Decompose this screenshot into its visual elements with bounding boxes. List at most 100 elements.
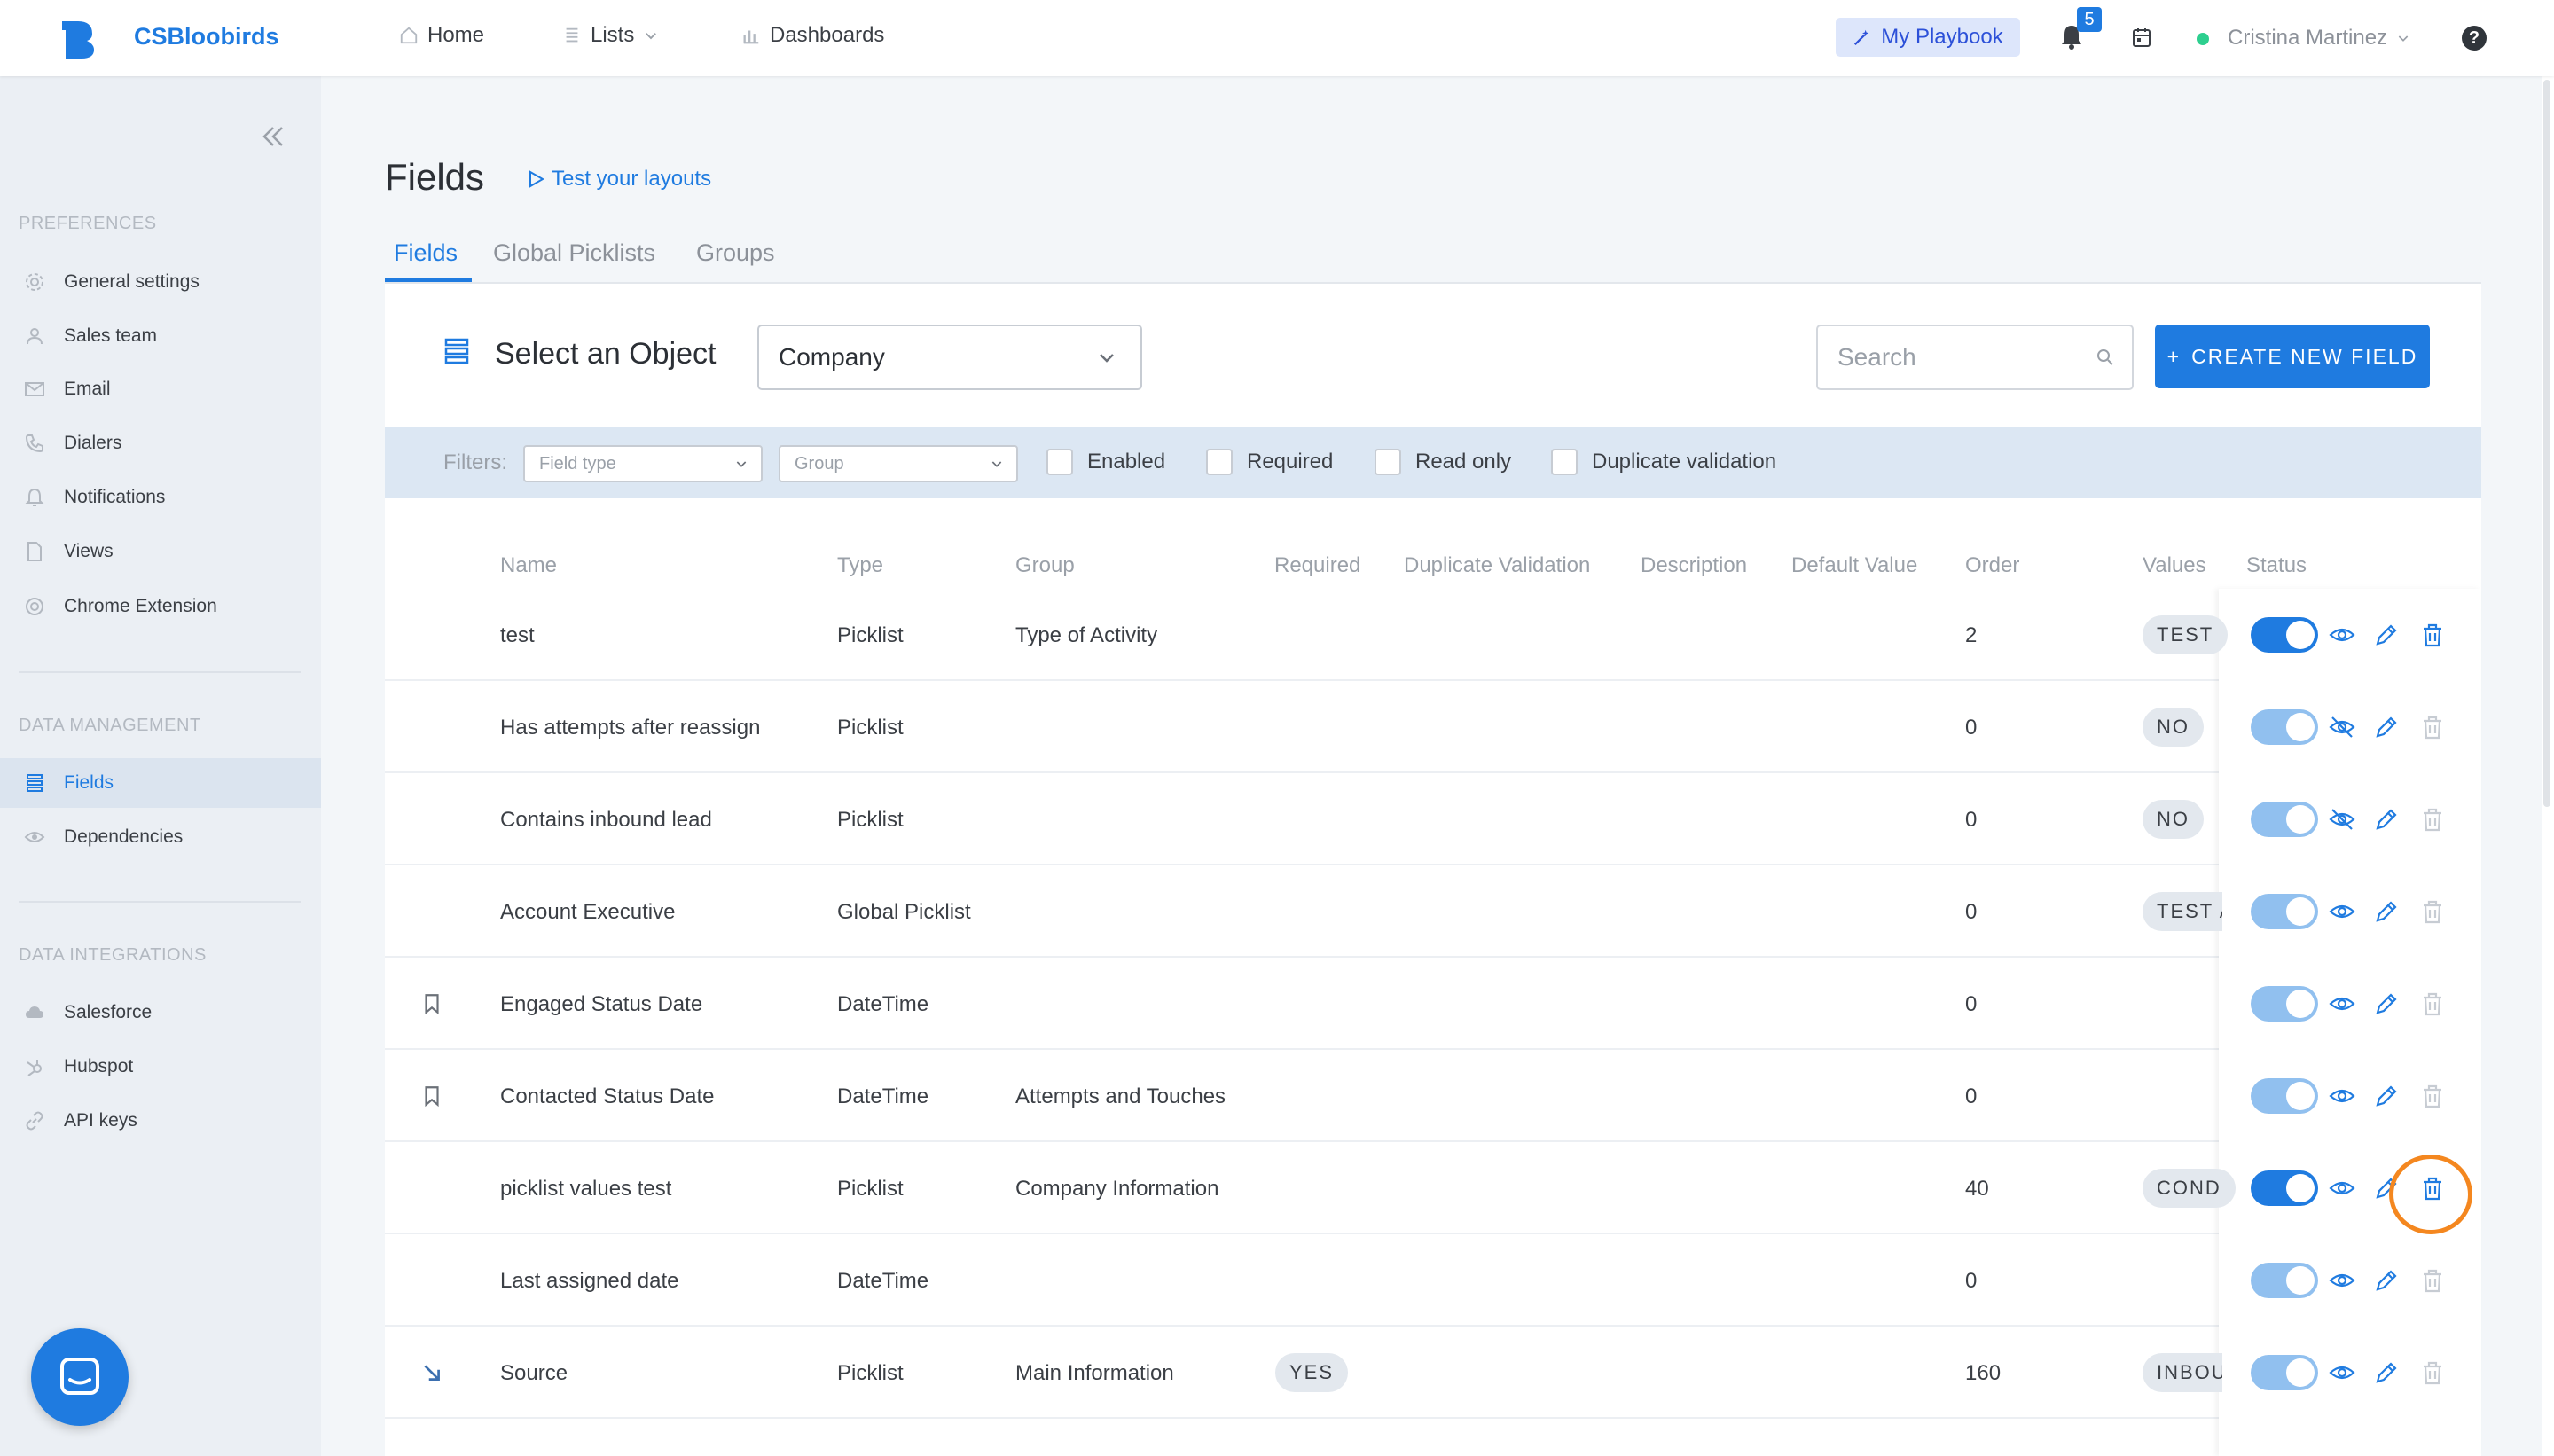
checkbox-label: Read only bbox=[1415, 450, 1512, 474]
cloud-icon bbox=[26, 1006, 43, 1018]
status-toggle[interactable] bbox=[2251, 617, 2318, 653]
edit-pencil-icon[interactable] bbox=[2373, 1267, 2400, 1294]
checkbox-box[interactable] bbox=[1206, 449, 1233, 475]
my-playbook-button[interactable]: My Playbook bbox=[1836, 18, 2020, 57]
delete-trash-icon[interactable] bbox=[2419, 622, 2446, 648]
sidebar-item-salesforce[interactable]: Salesforce bbox=[0, 988, 321, 1037]
nav-lists-label: Lists bbox=[591, 23, 635, 47]
sidebar-item-fields[interactable]: Fields bbox=[0, 758, 321, 808]
chat-launcher-button[interactable] bbox=[31, 1328, 129, 1426]
edit-pencil-icon[interactable] bbox=[2373, 990, 2400, 1017]
status-toggle[interactable] bbox=[2251, 894, 2318, 929]
delete-trash-icon[interactable] bbox=[2419, 1359, 2446, 1386]
sidebar-item-chrome-extension[interactable]: Chrome Extension bbox=[0, 582, 321, 631]
delete-trash-icon[interactable] bbox=[2419, 714, 2446, 740]
delete-trash-icon[interactable] bbox=[2419, 898, 2446, 925]
delete-trash-icon[interactable] bbox=[2419, 806, 2446, 833]
column-header-duplicate-validation[interactable]: Duplicate Validation bbox=[1404, 553, 1590, 578]
status-toggle[interactable] bbox=[2251, 1263, 2318, 1298]
chevron-down-icon bbox=[1100, 354, 1114, 363]
eye-icon[interactable] bbox=[2329, 990, 2355, 1017]
eye-off-icon[interactable] bbox=[2329, 806, 2355, 833]
column-header-default-value[interactable]: Default Value bbox=[1791, 553, 1917, 578]
field-group-cell: Company Information bbox=[1015, 1177, 1219, 1201]
column-header-order[interactable]: Order bbox=[1965, 553, 2019, 578]
object-select[interactable]: Company bbox=[757, 325, 1142, 390]
tab-fields[interactable]: Fields bbox=[394, 239, 458, 267]
help-icon[interactable]: ? bbox=[2462, 26, 2487, 51]
sidebar-item-email[interactable]: Email bbox=[0, 364, 321, 414]
column-header-status[interactable]: Status bbox=[2246, 553, 2307, 578]
tab-groups[interactable]: Groups bbox=[696, 239, 775, 267]
toggle-knob bbox=[2286, 713, 2315, 741]
bookmark-icon[interactable] bbox=[420, 991, 443, 1016]
status-toggle[interactable] bbox=[2251, 802, 2318, 837]
search-input[interactable]: Search bbox=[1816, 325, 2134, 390]
sidebar-item-dependencies[interactable]: Dependencies bbox=[0, 812, 321, 862]
sidebar-item-hubspot[interactable]: Hubspot bbox=[0, 1042, 321, 1092]
status-toggle[interactable] bbox=[2251, 986, 2318, 1022]
edit-pencil-icon[interactable] bbox=[2373, 898, 2400, 925]
nav-home[interactable]: Home bbox=[399, 23, 484, 48]
eye-icon[interactable] bbox=[2329, 898, 2355, 925]
field-type-filter[interactable]: Field type bbox=[523, 445, 763, 482]
sidebar-item-general-settings[interactable]: General settings bbox=[0, 257, 321, 307]
arrow-down-right-icon[interactable] bbox=[420, 1360, 443, 1385]
edit-pencil-icon[interactable] bbox=[2373, 714, 2400, 740]
bookmark-icon[interactable] bbox=[420, 1084, 443, 1108]
required-filter-checkbox[interactable]: Required bbox=[1206, 449, 1333, 475]
test-layouts-link[interactable]: Test your layouts bbox=[529, 167, 711, 192]
checkbox-box[interactable] bbox=[1375, 449, 1401, 475]
edit-pencil-icon[interactable] bbox=[2373, 806, 2400, 833]
status-toggle[interactable] bbox=[2251, 709, 2318, 745]
calendar-icon[interactable] bbox=[2132, 27, 2151, 48]
active-tab-indicator bbox=[385, 278, 472, 282]
field-order-cell: 0 bbox=[1965, 1269, 1978, 1293]
sidebar-item-api-keys[interactable]: API keys bbox=[0, 1096, 321, 1146]
status-toggle[interactable] bbox=[2251, 1170, 2318, 1206]
delete-trash-icon[interactable] bbox=[2419, 990, 2446, 1017]
eye-icon[interactable] bbox=[2329, 1083, 2355, 1109]
collapse-sidebar-icon[interactable] bbox=[259, 122, 287, 151]
edit-pencil-icon[interactable] bbox=[2373, 1083, 2400, 1109]
tab-global-picklists[interactable]: Global Picklists bbox=[493, 239, 655, 267]
edit-pencil-icon[interactable] bbox=[2373, 622, 2400, 648]
bloobirds-logo-icon[interactable] bbox=[62, 20, 96, 59]
group-filter[interactable]: Group bbox=[779, 445, 1018, 482]
delete-trash-icon[interactable] bbox=[2419, 1267, 2446, 1294]
checkbox-box[interactable] bbox=[1551, 449, 1578, 475]
user-menu[interactable]: Cristina Martinez bbox=[2228, 26, 2410, 51]
sidebar-item-notifications[interactable]: Notifications bbox=[0, 473, 321, 522]
eye-off-icon[interactable] bbox=[2329, 714, 2355, 740]
field-order-cell: 0 bbox=[1965, 992, 1978, 1016]
sidebar-item-dialers[interactable]: Dialers bbox=[0, 419, 321, 468]
eye-icon[interactable] bbox=[2329, 1267, 2355, 1294]
eye-icon[interactable] bbox=[2329, 1175, 2355, 1202]
column-header-type[interactable]: Type bbox=[837, 553, 883, 578]
delete-trash-icon[interactable] bbox=[2419, 1083, 2446, 1109]
column-header-values[interactable]: Values bbox=[2143, 553, 2206, 578]
eye-icon[interactable] bbox=[2329, 1359, 2355, 1386]
column-header-group[interactable]: Group bbox=[1015, 553, 1075, 578]
brand-name[interactable]: CSBloobirds bbox=[134, 23, 279, 51]
nav-dashboards[interactable]: Dashboards bbox=[741, 23, 884, 48]
column-header-description[interactable]: Description bbox=[1641, 553, 1747, 578]
edit-pencil-icon[interactable] bbox=[2373, 1359, 2400, 1386]
status-toggle[interactable] bbox=[2251, 1078, 2318, 1114]
search-icon bbox=[2097, 349, 2113, 365]
sidebar-item-sales-team[interactable]: Sales team bbox=[0, 311, 321, 361]
eye-icon[interactable] bbox=[2329, 622, 2355, 648]
table-row[interactable] bbox=[385, 1234, 2481, 1327]
column-header-name[interactable]: Name bbox=[500, 553, 557, 578]
duplicate-validation-filter-checkbox[interactable]: Duplicate validation bbox=[1551, 449, 1776, 475]
create-new-field-button[interactable]: + CREATE NEW FIELD bbox=[2155, 325, 2430, 388]
nav-lists[interactable]: Lists bbox=[562, 23, 659, 48]
scrollbar-thumb[interactable] bbox=[2543, 80, 2550, 807]
column-header-required[interactable]: Required bbox=[1274, 553, 1360, 578]
checkbox-box[interactable] bbox=[1046, 449, 1073, 475]
values-badge: NO bbox=[2143, 800, 2204, 839]
enabled-filter-checkbox[interactable]: Enabled bbox=[1046, 449, 1165, 475]
status-toggle[interactable] bbox=[2251, 1355, 2318, 1390]
read-only-filter-checkbox[interactable]: Read only bbox=[1375, 449, 1511, 475]
sidebar-item-views[interactable]: Views bbox=[0, 527, 321, 576]
